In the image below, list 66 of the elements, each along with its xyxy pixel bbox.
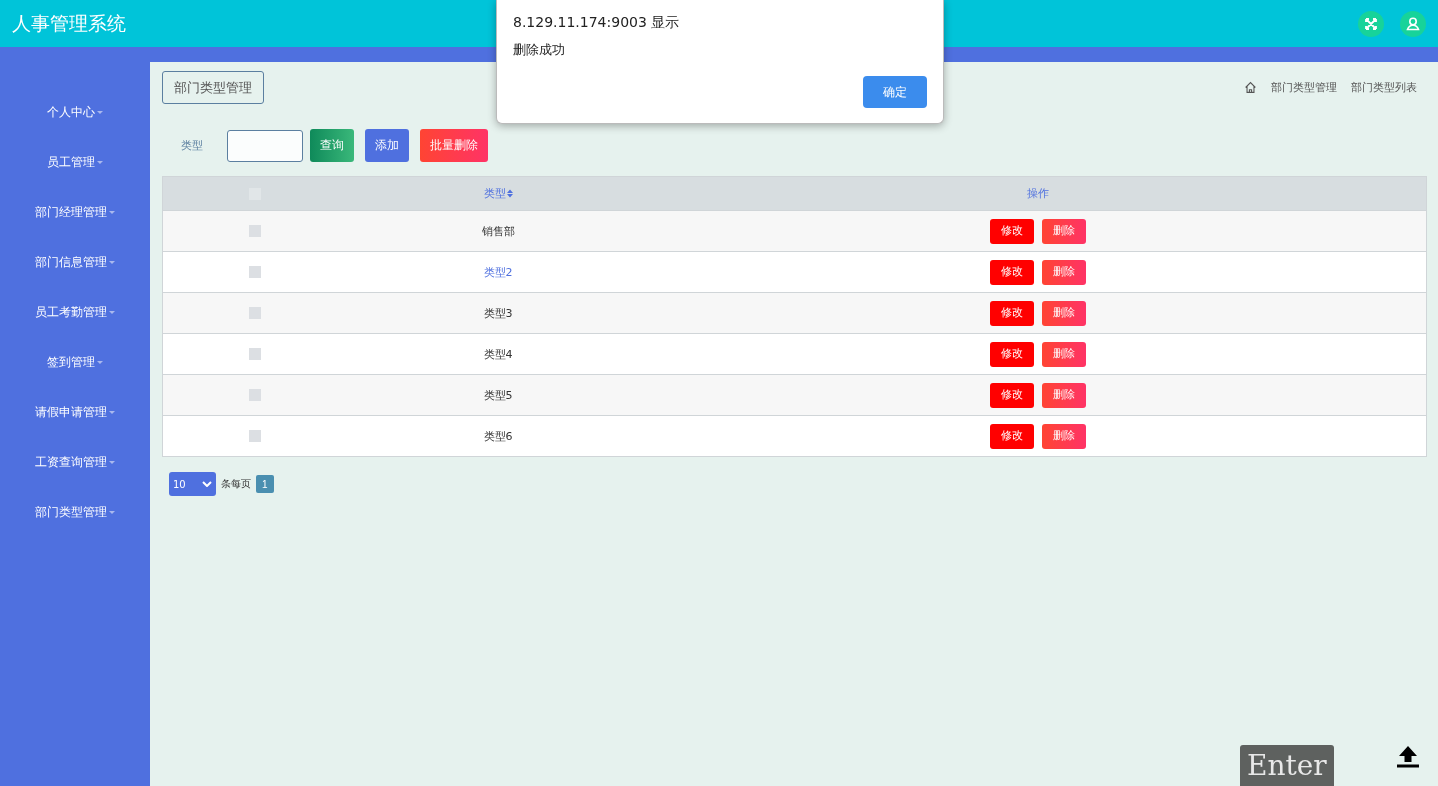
caret-icon [97,360,103,364]
edit-button[interactable]: 修改 [989,259,1034,285]
caret-icon [109,210,115,214]
edit-button[interactable]: 修改 [989,341,1034,367]
sidebar-item[interactable]: 签到管理 [47,337,103,387]
sidebar-item[interactable]: 员工考勤管理 [35,287,115,337]
checkbox[interactable] [249,307,261,319]
table-cell: 类型2 [483,264,513,280]
search-field[interactable] [227,129,303,162]
column-header: 操作 [1026,186,1049,201]
dialog-title: 8.129.11.174:9003 显示 [513,14,681,32]
checkbox[interactable] [249,348,261,360]
batch-delete-button[interactable]: 批量删除 [420,129,488,162]
sidebar-item[interactable]: 部门经理管理 [35,187,115,237]
delete-button[interactable]: 删除 [1041,382,1086,408]
sidebar-item[interactable]: 工资查询管理 [35,437,115,487]
sidebar-item[interactable]: 部门信息管理 [35,237,115,287]
checkbox[interactable] [249,266,261,278]
caret-icon [109,410,115,414]
page-size-select[interactable]: 10 [169,472,216,496]
checkbox[interactable] [249,430,261,442]
upload-icon[interactable] [1395,744,1421,768]
caret-icon [109,510,115,514]
delete-button[interactable]: 删除 [1041,218,1086,244]
breadcrumb-link[interactable]: 部门类型列表 [1351,80,1417,95]
page-size-label: 条每页 [221,477,251,491]
chevron-icon [202,481,212,487]
page-button[interactable]: 1 [256,475,274,493]
edit-button[interactable]: 修改 [989,300,1034,326]
edit-button[interactable]: 修改 [989,218,1034,244]
sidebar-item[interactable]: 个人中心 [47,87,103,137]
delete-button[interactable]: 删除 [1041,259,1086,285]
caret-icon [97,110,103,114]
table-cell: 销售部 [481,223,515,239]
caret-icon [109,310,115,314]
add-button[interactable]: 添加 [365,129,409,162]
delete-button[interactable]: 删除 [1041,300,1086,326]
column-header[interactable]: 类型 [483,186,513,201]
app-title: 人事管理系统 [12,10,126,36]
key-overlay: Enter [1240,745,1334,786]
field-label: 类型 [181,138,203,153]
table-cell: 类型4 [483,346,513,362]
delete-button[interactable]: 删除 [1041,341,1086,367]
dialog-message: 删除成功 [513,42,566,59]
checkbox[interactable] [249,389,261,401]
table-cell: 类型6 [483,428,513,444]
edit-button[interactable]: 修改 [989,423,1034,449]
sort-icon[interactable] [506,189,513,198]
user-icon[interactable] [1400,10,1426,37]
table-cell: 类型5 [483,387,513,403]
page-tag[interactable]: 部门类型管理 [162,71,264,104]
caret-icon [109,460,115,464]
caret-icon [109,260,115,264]
breadcrumb-link[interactable]: 部门类型管理 [1271,80,1337,95]
sidebar-item[interactable]: 请假申请管理 [35,387,115,437]
table-cell: 类型3 [483,305,513,321]
ok-button[interactable]: 确定 [863,76,927,108]
search-button[interactable]: 查询 [310,129,354,162]
edit-button[interactable]: 修改 [989,382,1034,408]
home-icon[interactable] [1244,81,1257,94]
sidebar-item[interactable]: 部门类型管理 [35,487,115,537]
fullscreen-icon[interactable] [1358,10,1384,37]
caret-icon [97,160,103,164]
delete-button[interactable]: 删除 [1041,423,1086,449]
sidebar-item[interactable]: 员工管理 [47,137,103,187]
checkbox[interactable] [249,225,261,237]
